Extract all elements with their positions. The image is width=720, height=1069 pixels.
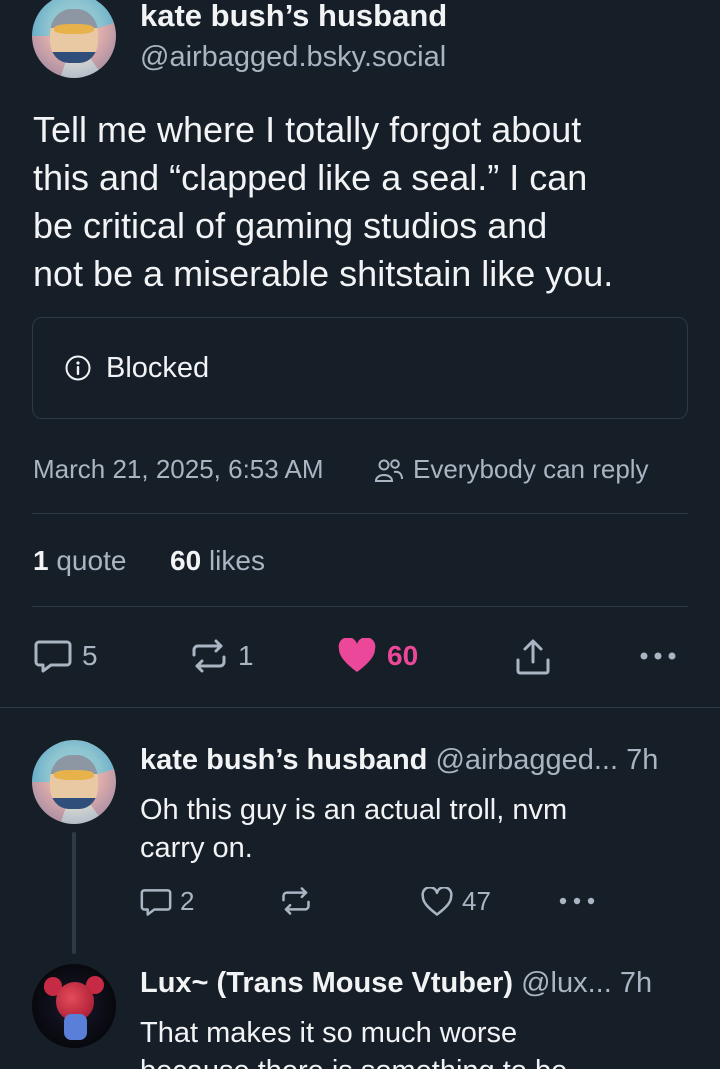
blocked-embed[interactable]: Blocked (32, 317, 688, 419)
likes-count[interactable]: 60 (170, 545, 201, 576)
heart-outline-icon (421, 886, 453, 916)
reply-text: That makes it so much worse because ther… (140, 1014, 567, 1069)
like-count: 60 (387, 640, 419, 671)
info-icon (65, 355, 91, 381)
reply-author-handle[interactable]: @lux... (521, 967, 612, 999)
post-text-line: Tell me where I totally forgot about (33, 109, 582, 150)
repost-icon (282, 887, 310, 915)
reply-time[interactable]: 7h (620, 967, 652, 999)
more-options-button[interactable] (638, 650, 678, 662)
reply-text-line: That makes it so much worse (140, 1017, 518, 1049)
reply-permission[interactable]: Everybody can reply (413, 454, 649, 485)
reply-icon (34, 640, 72, 673)
more-dots-icon (559, 897, 595, 905)
repost-button[interactable]: 1 (190, 638, 254, 674)
post-timestamp: March 21, 2025, 6:53 AM (33, 454, 324, 484)
repost-icon (192, 639, 226, 673)
blocked-label: Blocked (106, 352, 210, 384)
people-icon (374, 459, 403, 482)
reply-time[interactable]: 7h (626, 744, 658, 776)
reply-author-handle[interactable]: @airbagged... (435, 744, 618, 776)
reply-header: Lux~ (Trans Mouse Vtuber) @lux... 7h (140, 967, 652, 1000)
likes-label[interactable]: likes (209, 545, 265, 576)
reply-author-avatar[interactable] (32, 740, 116, 824)
reply-author-name[interactable]: Lux~ (Trans Mouse Vtuber) (140, 967, 513, 999)
engagement-stats: 1 quote 60 likes (33, 545, 265, 577)
reply-more-button[interactable] (558, 896, 596, 906)
reply-author-avatar[interactable] (32, 964, 116, 1048)
heart-filled-icon (338, 638, 376, 672)
reply-icon (140, 888, 172, 916)
divider (32, 606, 688, 607)
post-text-line: not be a miserable shitstain like you. (33, 253, 614, 294)
reply-author-name[interactable]: kate bush’s husband (140, 744, 427, 776)
reply-text: Oh this guy is an actual troll, nvm carr… (140, 791, 567, 867)
thread-line (72, 832, 76, 954)
divider (32, 513, 688, 514)
reply-reply-button[interactable]: 2 (140, 886, 194, 917)
reply-reply-count: 2 (180, 886, 195, 916)
reply-like-button[interactable]: 47 (420, 886, 491, 917)
reply-button[interactable]: 5 (34, 638, 98, 674)
quotes-label[interactable]: quote (56, 545, 126, 576)
share-button[interactable] (514, 638, 552, 676)
reply-like-count: 47 (462, 886, 491, 916)
reply-repost-button[interactable] (280, 886, 312, 916)
author-handle[interactable]: @airbagged.bsky.social (140, 41, 446, 74)
reply-header: kate bush’s husband @airbagged... 7h (140, 744, 658, 777)
reply-text-line: because there is something to be (140, 1052, 567, 1069)
reply-text-line: carry on. (140, 832, 253, 864)
reply-count: 5 (82, 640, 98, 671)
post-text-line: be critical of gaming studios and (33, 205, 548, 246)
post-text: Tell me where I totally forgot about thi… (33, 106, 613, 298)
author-name[interactable]: kate bush’s husband (140, 0, 447, 34)
like-button[interactable]: 60 (337, 638, 418, 674)
repost-count: 1 (238, 640, 254, 671)
main-post: kate bush’s husband @airbagged.bsky.soci… (0, 0, 720, 708)
post-text-line: this and “clapped like a seal.” I can (33, 157, 588, 198)
quotes-count[interactable]: 1 (33, 545, 49, 576)
more-dots-icon (640, 652, 676, 660)
reply-text-line: Oh this guy is an actual troll, nvm (140, 794, 568, 826)
share-icon (516, 639, 550, 675)
author-avatar[interactable] (32, 0, 116, 78)
